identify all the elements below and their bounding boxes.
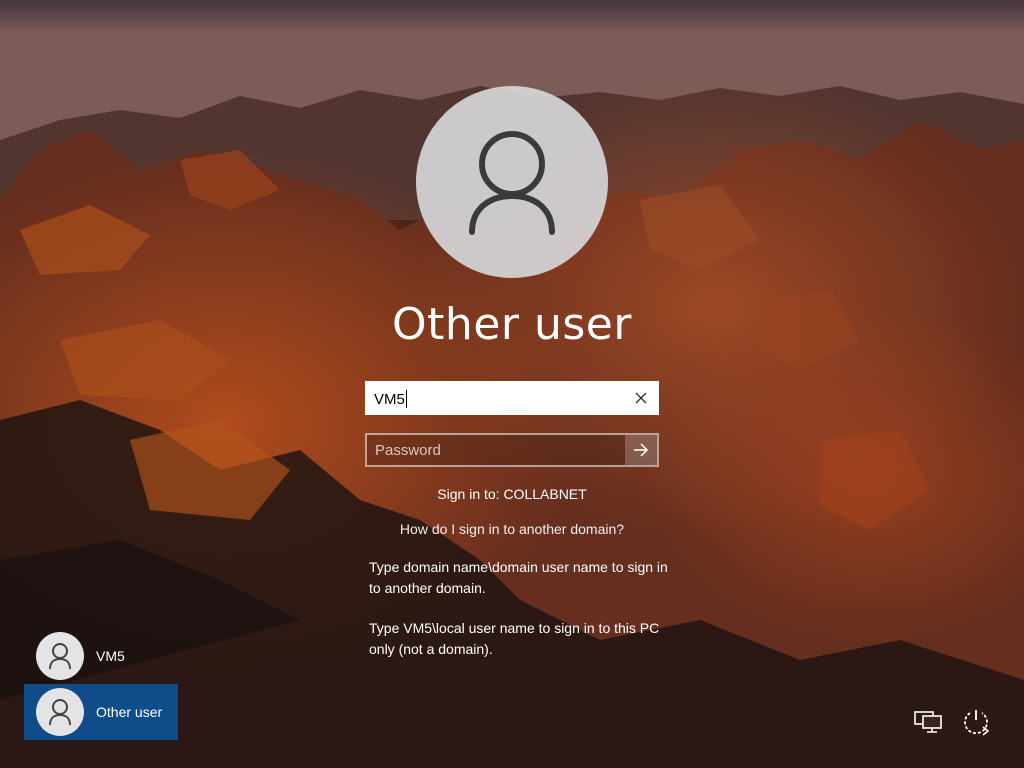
user-tile-label: VM5 bbox=[96, 648, 125, 664]
user-tile-label: Other user bbox=[96, 704, 163, 720]
username-input[interactable]: VM5 bbox=[365, 381, 659, 415]
user-icon bbox=[469, 131, 555, 235]
tile-avatar bbox=[36, 688, 84, 736]
network-button[interactable] bbox=[912, 706, 944, 738]
user-tile-vm5[interactable]: VM5 bbox=[24, 628, 178, 684]
power-button[interactable] bbox=[960, 706, 992, 738]
arrow-right-icon bbox=[634, 443, 649, 457]
network-icon bbox=[914, 711, 942, 733]
password-input[interactable] bbox=[367, 435, 625, 465]
page-title: Other user bbox=[392, 299, 632, 350]
submit-sign-in-button[interactable] bbox=[625, 435, 657, 465]
help-text-local: Type VM5\local user name to sign in to t… bbox=[369, 620, 660, 657]
username-value: VM5 bbox=[374, 391, 405, 408]
sign-in-domain-text: Sign in to: COLLABNET bbox=[437, 486, 587, 502]
help-link-another-domain[interactable]: How do I sign in to another domain? bbox=[312, 521, 712, 537]
password-field[interactable] bbox=[365, 433, 659, 467]
clear-username-button[interactable] bbox=[629, 386, 653, 410]
tile-avatar bbox=[36, 632, 84, 680]
user-avatar-large bbox=[416, 86, 608, 278]
text-caret bbox=[405, 390, 407, 408]
help-text-domain: Type domain name\domain user name to sig… bbox=[369, 559, 668, 596]
user-icon bbox=[49, 699, 71, 726]
user-icon bbox=[49, 643, 71, 670]
power-icon bbox=[964, 710, 990, 736]
close-icon bbox=[635, 392, 647, 404]
user-tile-other-user[interactable]: Other user bbox=[24, 684, 178, 740]
